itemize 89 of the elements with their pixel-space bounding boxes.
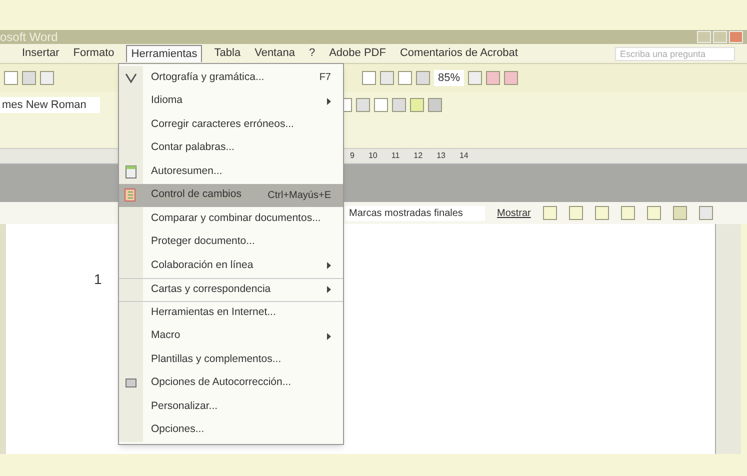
menu-option-label: Contar palabras... <box>150 140 236 156</box>
window-title: osoft Word <box>0 31 58 43</box>
toolbar-icon[interactable] <box>380 71 394 85</box>
menu-item[interactable]: Ventana <box>252 45 297 62</box>
menu-option[interactable]: Ortografía y gramática... F7 <box>119 66 343 90</box>
menu-option-label: Plantillas y complementos... <box>150 352 282 367</box>
menu-option[interactable]: Idioma <box>119 90 343 113</box>
menu-option[interactable]: Autoresumen... <box>119 160 343 184</box>
page-number: 1 <box>94 270 102 289</box>
menu-option-label: Opciones de Autocorrección... <box>150 375 292 390</box>
menu-option[interactable]: Colaboración en línea <box>119 254 343 278</box>
toolbar-icon[interactable] <box>468 71 482 85</box>
checkmark-icon <box>125 72 137 84</box>
ruler-number: 9 <box>350 150 354 162</box>
menu-option-label: Corregir caracteres erróneos... <box>150 116 295 132</box>
menu-option[interactable]: Opciones... <box>119 418 343 442</box>
menu-option-label: Control de cambios <box>150 187 242 202</box>
menu-option[interactable]: Corregir caracteres erróneos... <box>119 113 343 136</box>
show-button[interactable]: Mostrar <box>497 206 531 220</box>
toolbar-icon[interactable] <box>568 206 583 220</box>
menu-item[interactable]: ? <box>306 45 318 62</box>
minimize-button[interactable] <box>697 31 711 43</box>
toolbar-icon[interactable] <box>40 71 54 85</box>
menu-option-label: Comparar y combinar documentos... <box>150 210 322 226</box>
submenu-arrow-icon <box>327 332 331 340</box>
menu-option-label: Autoresumen... <box>150 164 224 179</box>
submenu-arrow-icon <box>327 262 331 270</box>
menu-option[interactable]: Macro <box>119 324 343 348</box>
menu-item[interactable]: Herramientas <box>126 44 202 62</box>
ruler-number: 11 <box>391 150 400 162</box>
ruler-number: 10 <box>368 150 378 162</box>
close-button[interactable] <box>729 31 743 43</box>
menu-option-label: Macro <box>150 328 182 344</box>
menu-item[interactable]: Comentarios de Acrobat <box>398 45 520 62</box>
menu-option[interactable]: Contar palabras... <box>119 136 343 160</box>
document-icon <box>125 377 137 390</box>
toolbar-icon[interactable] <box>646 206 661 220</box>
menu-item[interactable]: Adobe PDF <box>327 45 388 62</box>
toolbar-icon[interactable] <box>392 98 406 112</box>
document-icon <box>125 164 137 179</box>
toolbar-icon[interactable] <box>620 206 635 220</box>
toolbar-icon[interactable] <box>698 206 713 220</box>
menu-option-label: Ortografía y gramática... <box>150 70 266 85</box>
toolbar-icon[interactable] <box>362 71 376 85</box>
toolbar-icon[interactable] <box>504 71 518 85</box>
menu-item[interactable]: Formato <box>71 45 116 62</box>
help-search-field[interactable]: Escriba una pregunta <box>615 46 735 60</box>
toolbar-icon[interactable] <box>542 206 557 220</box>
toolbar-icon[interactable] <box>410 98 424 112</box>
toolbar-icon[interactable] <box>486 71 500 85</box>
zoom-field[interactable]: 85% <box>434 70 464 86</box>
menu-option[interactable]: Control de cambios Ctrl+Mayús+E <box>119 184 343 207</box>
shortcut-text: F7 <box>319 71 332 86</box>
menu-option-label: Proteger documento... <box>150 234 256 250</box>
menu-option-label: Cartas y correspondencia <box>150 282 272 297</box>
menu-item[interactable]: Insertar <box>20 45 62 62</box>
menu-option-label: Idioma <box>150 93 184 108</box>
submenu-arrow-icon <box>327 286 331 294</box>
toolbar-icon[interactable] <box>22 71 36 85</box>
ruler-number: 13 <box>436 150 446 162</box>
toolbar-icon[interactable] <box>4 71 18 85</box>
vertical-scrollbar[interactable] <box>715 224 741 454</box>
toolbar-icon[interactable] <box>416 71 430 85</box>
menu-option[interactable]: Personalizar... <box>119 395 343 418</box>
submenu-arrow-icon <box>327 98 331 105</box>
toolbar-icon[interactable] <box>672 206 687 220</box>
toolbar-icon[interactable] <box>356 98 370 112</box>
menu-option-label: Herramientas en Internet... <box>150 305 277 320</box>
toolbar-icon[interactable] <box>398 71 412 85</box>
menu-option[interactable]: Comparar y combinar documentos... <box>119 207 343 230</box>
menu-option[interactable]: Opciones de Autocorrección... <box>119 372 343 395</box>
menu-option[interactable]: Proteger documento... <box>119 230 343 254</box>
toolbar-icon[interactable] <box>594 206 609 220</box>
menu-option-label: Personalizar... <box>150 398 219 414</box>
toolbar-icon[interactable] <box>428 98 442 112</box>
menu-option-label: Opciones... <box>150 422 206 438</box>
document-edit-icon <box>124 188 138 202</box>
menu-option-label: Colaboración en línea <box>150 258 254 273</box>
toolbar-icon[interactable] <box>374 98 388 112</box>
menu-option[interactable]: Cartas y correspondencia <box>119 278 343 301</box>
shortcut-text: Ctrl+Mayús+E <box>268 188 332 203</box>
maximize-button[interactable] <box>713 31 727 43</box>
ruler-number: 12 <box>414 150 423 162</box>
ruler-number: 14 <box>459 150 468 162</box>
menu-option[interactable]: Herramientas en Internet... <box>119 301 343 324</box>
menu-item[interactable]: Tabla <box>212 45 243 62</box>
menu-option[interactable]: Plantillas y complementos... <box>119 348 343 372</box>
font-field[interactable]: mes New Roman <box>0 96 100 114</box>
markup-display-field[interactable]: Marcas mostradas finales <box>345 206 485 220</box>
